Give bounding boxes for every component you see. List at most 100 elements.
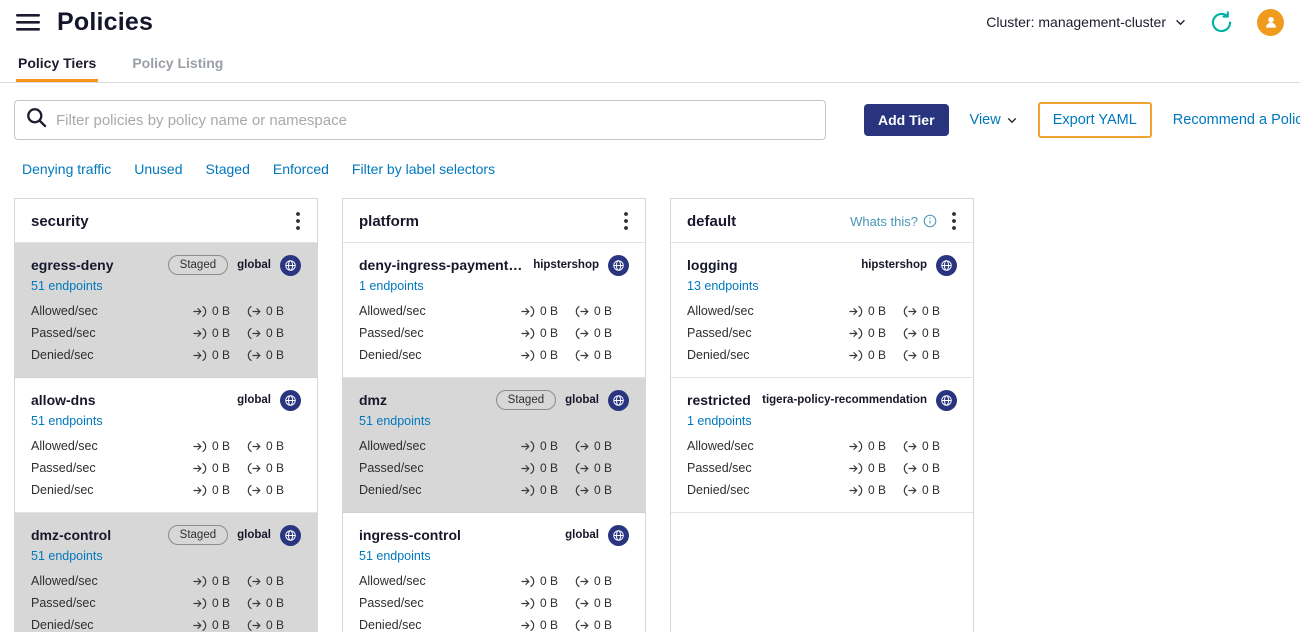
metric-value-group: 0 B bbox=[521, 461, 575, 475]
filter-enforced[interactable]: Enforced bbox=[273, 161, 329, 177]
user-avatar[interactable] bbox=[1257, 8, 1284, 36]
metric-value-group: 0 B bbox=[521, 348, 575, 362]
metric-value: 0 B bbox=[594, 596, 613, 610]
metric-value: 0 B bbox=[594, 461, 613, 475]
egress-icon bbox=[247, 349, 261, 362]
filter-staged[interactable]: Staged bbox=[206, 161, 250, 177]
metric-value: 0 B bbox=[212, 483, 231, 497]
metric-value: 0 B bbox=[594, 574, 613, 588]
ingress-icon bbox=[193, 327, 207, 340]
metric-value: 0 B bbox=[922, 461, 941, 475]
policy-card-allow-dns[interactable]: allow-dns global 51 endpoints Allowed/sec 0 … bbox=[15, 378, 317, 513]
metric-value: 0 B bbox=[212, 326, 231, 340]
metric-value-group: 0 B bbox=[575, 439, 629, 453]
policy-card-deny-ingress-paymentservi[interactable]: deny-ingress-paymentservi... hipstershop 1… bbox=[343, 243, 645, 378]
policy-head-row: logging hipstershop bbox=[687, 253, 957, 277]
policy-scope-icon bbox=[608, 524, 629, 546]
metric-value-group: 0 B bbox=[575, 483, 629, 497]
policy-card-ingress-control[interactable]: ingress-control global 51 endpoints Allowed… bbox=[343, 513, 645, 632]
endpoints-link[interactable]: 51 endpoints bbox=[359, 549, 431, 563]
metric-label: Denied/sec bbox=[359, 483, 422, 497]
endpoints-link[interactable]: 1 endpoints bbox=[687, 414, 752, 428]
whats-this-link[interactable]: Whats this? bbox=[850, 214, 937, 229]
metric-row: Denied/sec 0 B 0 B bbox=[687, 344, 957, 366]
metric-value: 0 B bbox=[266, 574, 285, 588]
tier-menu-button[interactable] bbox=[293, 212, 303, 230]
metric-value: 0 B bbox=[540, 439, 559, 453]
metric-value-group: 0 B bbox=[849, 326, 903, 340]
hamburger-menu-icon[interactable] bbox=[16, 13, 40, 31]
filter-unused[interactable]: Unused bbox=[134, 161, 182, 177]
staged-badge: Staged bbox=[167, 254, 229, 276]
tier-card-security: security egress-deny Staged global 51 endpoi… bbox=[14, 198, 318, 632]
policy-card-logging[interactable]: logging hipstershop 13 endpoints Allowed/se… bbox=[671, 243, 973, 378]
metric-label: Allowed/sec bbox=[359, 439, 426, 453]
egress-icon bbox=[575, 462, 589, 475]
egress-icon bbox=[247, 619, 261, 632]
metric-label: Passed/sec bbox=[359, 596, 424, 610]
policy-head-row: deny-ingress-paymentservi... hipstershop bbox=[359, 253, 629, 277]
metric-label: Denied/sec bbox=[687, 483, 750, 497]
metric-value-group: 0 B bbox=[193, 461, 247, 475]
tier-title: security bbox=[31, 212, 89, 230]
metric-row: Denied/sec 0 B 0 B bbox=[687, 479, 957, 501]
endpoints-link[interactable]: 51 endpoints bbox=[31, 279, 103, 293]
policy-card-dmz-control[interactable]: dmz-control Staged global 51 endpoints Allow… bbox=[15, 513, 317, 632]
search-input[interactable] bbox=[56, 111, 814, 129]
tier-menu-button[interactable] bbox=[949, 212, 959, 230]
policy-card-egress-deny[interactable]: egress-deny Staged global 51 endpoints Allow… bbox=[15, 243, 317, 378]
filter-denying-traffic[interactable]: Denying traffic bbox=[22, 161, 111, 177]
ingress-icon bbox=[193, 484, 207, 497]
policy-name: deny-ingress-paymentservi... bbox=[359, 257, 524, 273]
egress-icon bbox=[575, 440, 589, 453]
tier-header: default Whats this? bbox=[671, 199, 973, 243]
metric-value: 0 B bbox=[540, 574, 559, 588]
cluster-selector[interactable]: Cluster: management-cluster bbox=[986, 14, 1186, 30]
metric-value-group: 0 B bbox=[247, 618, 301, 632]
policy-card-restricted[interactable]: restricted tigera-policy-recommendation 1 … bbox=[671, 378, 973, 513]
ingress-icon bbox=[193, 349, 207, 362]
metric-row: Denied/sec 0 B 0 B bbox=[31, 479, 301, 501]
policy-head-row: dmz-control Staged global bbox=[31, 523, 301, 547]
add-tier-button[interactable]: Add Tier bbox=[864, 104, 949, 136]
metric-value-group: 0 B bbox=[193, 348, 247, 362]
egress-icon bbox=[575, 349, 589, 362]
endpoints-link[interactable]: 51 endpoints bbox=[31, 414, 103, 428]
metric-value-group: 0 B bbox=[903, 326, 957, 340]
policy-scope-label: global bbox=[237, 259, 271, 271]
policy-scope-icon bbox=[280, 524, 301, 546]
metric-value: 0 B bbox=[922, 348, 941, 362]
ingress-icon bbox=[849, 305, 863, 318]
ingress-icon bbox=[849, 462, 863, 475]
endpoints-link[interactable]: 13 endpoints bbox=[687, 279, 759, 293]
recommend-policy-link[interactable]: Recommend a Policy bbox=[1173, 112, 1300, 128]
egress-icon bbox=[247, 484, 261, 497]
metric-value-group: 0 B bbox=[247, 348, 301, 362]
filter-filter-by-label-selectors[interactable]: Filter by label selectors bbox=[352, 161, 495, 177]
export-yaml-button[interactable]: Export YAML bbox=[1037, 102, 1152, 138]
metric-value-group: 0 B bbox=[521, 618, 575, 632]
metric-value-group: 0 B bbox=[193, 326, 247, 340]
ingress-icon bbox=[521, 440, 535, 453]
tab-policy-tiers[interactable]: Policy Tiers bbox=[16, 44, 99, 82]
ingress-icon bbox=[521, 484, 535, 497]
top-bar-left: Policies bbox=[16, 8, 153, 37]
view-dropdown[interactable]: View bbox=[970, 112, 1017, 128]
tier-header-actions: Whats this? bbox=[850, 212, 959, 230]
metric-row: Allowed/sec 0 B 0 B bbox=[359, 435, 629, 457]
tab-policy-listing[interactable]: Policy Listing bbox=[130, 44, 225, 82]
endpoints-link[interactable]: 51 endpoints bbox=[31, 549, 103, 563]
tier-menu-button[interactable] bbox=[621, 212, 631, 230]
metric-label: Allowed/sec bbox=[359, 304, 426, 318]
metric-value: 0 B bbox=[594, 326, 613, 340]
egress-icon bbox=[247, 575, 261, 588]
policy-card-dmz[interactable]: dmz Staged global 51 endpoints Allowed/sec 0 … bbox=[343, 378, 645, 513]
metric-value-group: 0 B bbox=[575, 461, 629, 475]
policy-name: dmz-control bbox=[31, 527, 112, 543]
endpoints-link[interactable]: 1 endpoints bbox=[359, 279, 424, 293]
endpoints-link[interactable]: 51 endpoints bbox=[359, 414, 431, 428]
egress-icon bbox=[247, 305, 261, 318]
metric-value: 0 B bbox=[540, 596, 559, 610]
history-icon[interactable] bbox=[1208, 9, 1235, 36]
metric-label: Allowed/sec bbox=[31, 439, 98, 453]
